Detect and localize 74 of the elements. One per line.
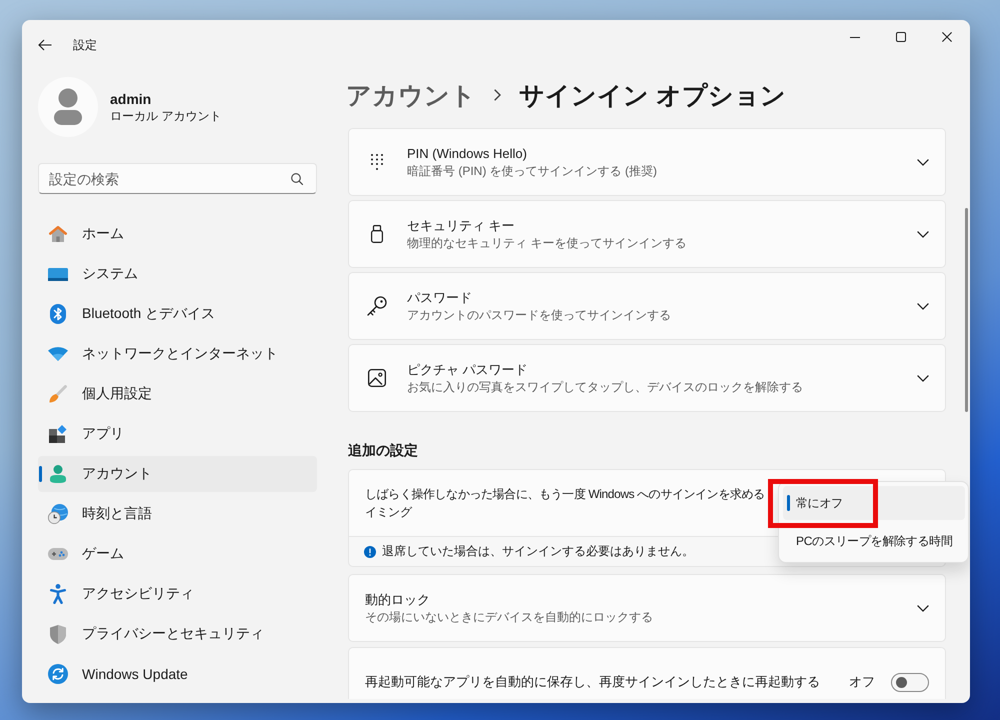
sign-in-option-card[interactable]: セキュリティ キー 物理的なセキュリティ キーを使ってサインインする: [348, 200, 946, 268]
wifi-icon: [48, 347, 68, 361]
option-title: パスワード: [407, 289, 473, 307]
key-icon: [367, 296, 387, 316]
scrollbar-thumb[interactable]: [965, 208, 968, 412]
option-title: PIN (Windows Hello): [407, 145, 528, 163]
maximize-icon: [896, 32, 906, 42]
chevron-down-icon[interactable]: [917, 302, 929, 310]
sign-in-option-card[interactable]: パスワード アカウントのパスワードを使ってサインインする: [348, 272, 946, 340]
bluetooth-icon: [50, 304, 66, 324]
dropdown-option[interactable]: 常にオフ: [783, 486, 965, 520]
sign-in-option-card[interactable]: ピクチャ パスワード お気に入りの写真をスワイプしてタップし、デバイスのロックを解除する: [348, 344, 946, 412]
globe-clock-icon: [48, 504, 68, 524]
nav-item[interactable]: アカウント: [38, 456, 317, 492]
avatar: [38, 77, 98, 137]
nav-item[interactable]: アクセシビリティ: [38, 576, 317, 612]
setting-label: イミング: [365, 504, 412, 521]
toggle-state-label: オフ: [849, 673, 875, 691]
setting-label: 再起動可能なアプリを自動的に保存し、再度サインインしたときに再起動する: [365, 673, 821, 691]
back-arrow-icon: [38, 39, 52, 51]
chevron-down-icon[interactable]: [917, 230, 929, 238]
nav-item[interactable]: 個人用設定: [38, 376, 317, 412]
sync-icon: [48, 664, 68, 684]
chevron-down-icon[interactable]: [917, 604, 929, 612]
app-tiles-icon: [49, 425, 67, 443]
section-heading: 追加の設定: [348, 441, 419, 460]
option-description: お気に入りの写真をスワイプしてタップし、デバイスのロックを解除する: [407, 379, 804, 395]
accessibility-icon: [50, 584, 66, 604]
picture-icon: [368, 369, 386, 387]
chevron-right-icon: [494, 89, 501, 101]
option-title: セキュリティ キー: [407, 217, 516, 235]
nav-item[interactable]: Windows Update: [38, 656, 317, 692]
breadcrumb-link[interactable]: アカウント: [346, 78, 476, 112]
chevron-down-icon[interactable]: [917, 158, 929, 166]
setting-label: しばらく操作しなかった場合に、もう一度 Windows へのサインインを求める: [365, 486, 765, 503]
selection-indicator: [787, 495, 790, 511]
user-name: admin: [110, 90, 152, 108]
search-icon: [291, 173, 303, 185]
nav-item[interactable]: アプリ: [38, 416, 317, 452]
option-description: 暗証番号 (PIN) を使ってサインインする (推奨): [407, 163, 658, 179]
option-description: アカウントのパスワードを使ってサインインする: [407, 307, 672, 323]
selection-indicator: [39, 466, 42, 482]
search-field[interactable]: 設定の検索: [38, 163, 317, 194]
nav-item[interactable]: ネットワークとインターネット: [38, 336, 317, 372]
setting-card[interactable]: 動的ロック その場にいないときにデバイスを自動的にロックする: [348, 574, 946, 642]
person-icon: [50, 465, 66, 483]
monitor-icon: [48, 268, 68, 280]
shield-icon: [50, 624, 66, 644]
note-text: 退席していた場合は、サインインする必要はありません。: [382, 543, 694, 560]
nav-item[interactable]: プライバシーとセキュリティ: [38, 616, 317, 652]
info-icon: [364, 546, 376, 558]
nav-item[interactable]: 時刻と言語: [38, 496, 317, 532]
option-title: ピクチャ パスワード: [407, 361, 529, 379]
toggle-switch[interactable]: [891, 673, 929, 692]
minimize-icon: [850, 36, 860, 38]
nav-item[interactable]: Bluetooth とデバイス: [38, 296, 317, 332]
gamepad-icon: [48, 548, 68, 560]
usb-key-icon: [371, 225, 383, 243]
page-title: サインイン オプション: [519, 80, 786, 112]
keypad-icon: [371, 154, 383, 170]
nav-item[interactable]: システム: [38, 256, 317, 292]
close-icon: [942, 32, 952, 42]
setting-description: その場にいないときにデバイスを自動的にロックする: [365, 609, 654, 625]
option-description: 物理的なセキュリティ キーを使ってサインインする: [407, 235, 688, 251]
chevron-down-icon[interactable]: [917, 374, 929, 382]
setting-title: 動的ロック: [365, 591, 431, 609]
paintbrush-icon: [49, 385, 67, 403]
window-title: 設定: [73, 36, 97, 54]
account-type: ローカル アカウント: [110, 108, 222, 124]
nav-item[interactable]: ホーム: [38, 216, 317, 252]
dropdown-option[interactable]: PCのスリープを解除する時間: [783, 524, 965, 558]
sign-in-option-card[interactable]: PIN (Windows Hello) 暗証番号 (PIN) を使ってサインインする (推奨): [348, 128, 946, 196]
house-icon: [49, 226, 67, 242]
nav-item[interactable]: ゲーム: [38, 536, 317, 572]
